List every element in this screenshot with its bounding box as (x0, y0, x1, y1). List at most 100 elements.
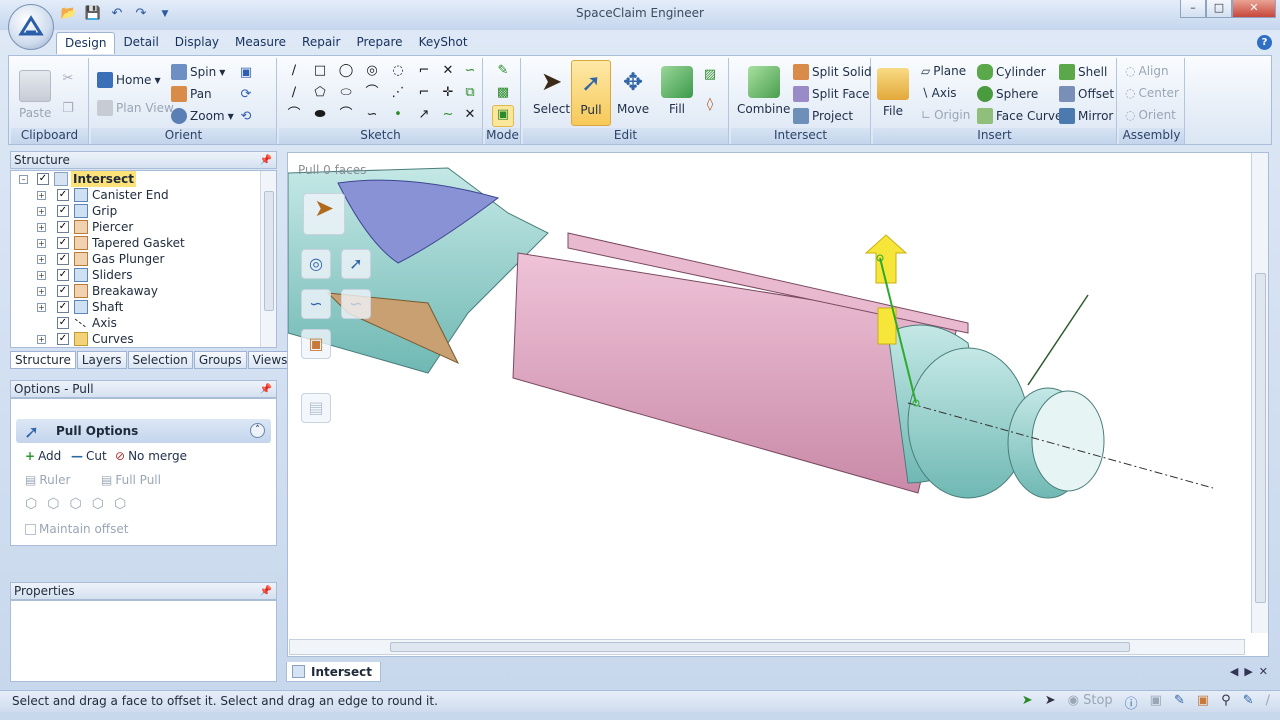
tab-views[interactable]: Views (247, 351, 293, 369)
mirror-button[interactable]: Mirror (1059, 108, 1113, 124)
close-tab-icon[interactable]: ✕ (1259, 665, 1268, 678)
zoom-button[interactable]: Zoom ▼ (171, 108, 234, 124)
vertical-scroll-thumb[interactable] (1255, 273, 1266, 603)
circle-icon[interactable]: ◯ (337, 62, 355, 80)
three-point-circle-icon[interactable]: ◎ (363, 62, 381, 80)
face-curve-button[interactable]: Face Curve (977, 108, 1062, 124)
info-icon[interactable]: ⓘ (1125, 693, 1138, 712)
pull-pivot-icon[interactable]: ⬡ (92, 496, 104, 512)
dashed-circle-icon[interactable]: ◌ (389, 62, 407, 80)
expand-icon[interactable]: + (37, 335, 46, 344)
tab-structure[interactable]: Structure (10, 351, 76, 369)
visibility-checkbox[interactable]: ✓ (57, 237, 69, 249)
render-style-icon[interactable]: ▣ (1197, 693, 1209, 712)
pin-icon[interactable]: 📌 (260, 382, 272, 398)
select-tool-icon[interactable]: ➤ (303, 193, 345, 235)
expand-icon[interactable]: + (37, 223, 46, 232)
project-button[interactable]: Project (793, 108, 853, 124)
model-render[interactable] (288, 153, 1250, 639)
point-icon[interactable]: • (389, 106, 407, 124)
offset-button[interactable]: Offset (1059, 86, 1114, 102)
snap-view-icon[interactable]: ⟳ (237, 86, 255, 104)
pan-button[interactable]: Pan (171, 86, 212, 102)
move-button[interactable]: ✥ Move (617, 66, 649, 116)
sketch-mode-icon[interactable]: ✎ (494, 62, 512, 80)
pull-up-to-icon[interactable]: ⬡ (69, 496, 81, 512)
arc-icon[interactable]: ⌒ (363, 84, 381, 102)
tree-item[interactable]: + ✓ Sliders (11, 267, 276, 283)
axis-button[interactable]: ∖ Axis (921, 86, 957, 100)
document-tab[interactable]: Intersect (286, 662, 381, 682)
visibility-checkbox[interactable]: ✓ (57, 221, 69, 233)
tree-item[interactable]: ✓ Axis (11, 315, 276, 331)
view-cube-icon[interactable]: ▣ (237, 64, 255, 82)
maximize-button[interactable]: □ (1206, 0, 1232, 18)
slot-icon[interactable]: ⬬ (311, 106, 329, 124)
visibility-checkbox[interactable]: ✓ (57, 333, 69, 345)
tab-repair[interactable]: Repair (294, 32, 348, 54)
prev-tab-icon[interactable]: ◀ (1230, 665, 1238, 678)
origin-button[interactable]: ∟ Origin (921, 108, 970, 122)
tree-item[interactable]: + ✓ Curves (11, 331, 276, 347)
dashed-line-icon[interactable]: ⋰ (389, 84, 407, 102)
expand-icon[interactable]: + (37, 239, 46, 248)
maintain-offset-checkbox[interactable] (25, 523, 36, 535)
line-icon[interactable]: ∕ (285, 62, 303, 80)
tab-detail[interactable]: Detail (115, 32, 166, 54)
pull-path-icon[interactable]: ∽ (301, 289, 331, 319)
combine-button[interactable]: Combine (737, 66, 790, 116)
collapse-section-icon[interactable]: ˄ (250, 423, 265, 438)
3d-viewport[interactable]: Pull 0 faces ➤ ◎ ➚ ∽ ∽ ▣ ▤ (287, 152, 1269, 657)
tab-display[interactable]: Display (167, 32, 227, 54)
center-button[interactable]: ◌ Center (1125, 86, 1179, 100)
viewport-horizontal-scrollbar[interactable] (289, 639, 1245, 655)
visibility-checkbox[interactable]: ✓ (57, 189, 69, 201)
polygon-icon[interactable]: ⬠ (311, 84, 329, 102)
selection-mode-icon[interactable]: ➤ (1045, 693, 1056, 712)
display-mode-icon[interactable]: ▣ (1150, 693, 1162, 712)
pin-icon[interactable]: 📌 (260, 153, 272, 169)
pull-button[interactable]: ➚ Pull (571, 60, 611, 126)
tweak-face-icon[interactable]: ▨ (701, 66, 719, 84)
visibility-checkbox[interactable]: ✓ (57, 253, 69, 265)
pull-options-header[interactable]: ➚ Pull Options ˄ (16, 419, 271, 443)
add-option[interactable]: + Add (25, 449, 61, 463)
cut-icon[interactable]: ✂ (59, 70, 77, 88)
tree-item[interactable]: + ✓ Piercer (11, 219, 276, 235)
align-button[interactable]: ◌ Align (1125, 64, 1169, 78)
ellipse-icon[interactable]: ⬭ (337, 84, 355, 102)
pull-direction-icon[interactable]: ◎ (301, 249, 331, 279)
section-mode-icon[interactable]: ▩ (494, 84, 512, 102)
orient-assembly-button[interactable]: ◌ Orient (1125, 108, 1176, 122)
sketch-grid-icon[interactable]: ✎ (1174, 693, 1185, 712)
rectangle-icon[interactable]: □ (311, 62, 329, 80)
plan-view-button[interactable]: Plan View (97, 100, 174, 116)
close-button[interactable]: ✕ (1232, 0, 1276, 18)
zoom-status-icon[interactable]: ⚲ (1221, 693, 1231, 712)
expand-icon[interactable]: + (37, 271, 46, 280)
help-icon[interactable]: ? (1257, 35, 1272, 50)
tab-layers[interactable]: Layers (76, 351, 127, 369)
offset-curve-icon[interactable]: ⌐ (415, 84, 433, 102)
extend-icon[interactable]: ✛ (439, 84, 457, 102)
spline-icon[interactable]: ∽ (461, 62, 479, 80)
rotate-view-icon[interactable]: ⟲ (237, 108, 255, 126)
visibility-checkbox[interactable]: ✓ (57, 301, 69, 313)
3d-mode-icon[interactable]: ▣ (492, 105, 514, 127)
tangent-line-icon[interactable]: ∕ (285, 84, 303, 102)
collapse-icon[interactable]: – (19, 175, 28, 184)
tab-keyshot[interactable]: KeyShot (411, 32, 476, 54)
horizontal-scroll-thumb[interactable] (390, 642, 1130, 652)
copy-icon[interactable]: ❐ (59, 100, 77, 118)
tree-root[interactable]: – ✓ Intersect (11, 171, 276, 187)
insert-file-button[interactable]: File (877, 68, 909, 118)
viewport-vertical-scrollbar[interactable] (1251, 153, 1268, 633)
visibility-checkbox[interactable]: ✓ (37, 173, 49, 185)
tab-selection[interactable]: Selection (127, 351, 193, 369)
fill-button[interactable]: Fill (661, 66, 693, 116)
tree-item[interactable]: + ✓ Tapered Gasket (11, 235, 276, 251)
split-face-button[interactable]: Split Face (793, 86, 870, 102)
app-menu-logo-icon[interactable] (8, 4, 54, 50)
expand-icon[interactable]: + (37, 287, 46, 296)
bend-icon[interactable]: ∼ (439, 106, 457, 124)
